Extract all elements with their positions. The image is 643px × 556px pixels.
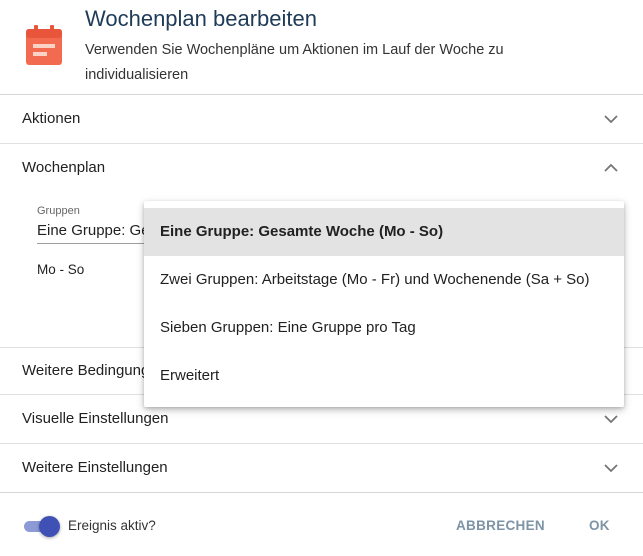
- day-group-label: Mo - So: [37, 262, 85, 277]
- dropdown-option[interactable]: Sieben Gruppen: Eine Gruppe pro Tag: [144, 304, 624, 352]
- dialog-subtitle: Verwenden Sie Wochenpläne um Aktionen im…: [85, 42, 504, 83]
- ok-button[interactable]: OK: [589, 518, 610, 533]
- chevron-up-icon: [604, 163, 618, 172]
- section-wochenplan[interactable]: Wochenplan: [0, 144, 643, 193]
- chevron-down-icon: [604, 464, 618, 473]
- dropdown-option[interactable]: Erweitert: [144, 352, 624, 400]
- gruppen-field-label: Gruppen: [37, 205, 80, 217]
- dropdown-option[interactable]: Zwei Gruppen: Arbeitstage (Mo - Fr) und …: [144, 256, 624, 304]
- section-label: Aktionen: [22, 110, 81, 127]
- toggle-label: Ereignis aktiv?: [68, 518, 156, 533]
- dialog-footer: Ereignis aktiv? ABBRECHEN OK: [0, 495, 643, 556]
- dialog-header: Wochenplan bearbeiten Verwenden Sie Woch…: [0, 0, 643, 95]
- section-aktionen[interactable]: Aktionen: [0, 95, 643, 144]
- ereignis-aktiv-toggle[interactable]: [22, 516, 60, 537]
- gruppen-select[interactable]: Eine Gruppe: Gesamte Woche (Mo - So): [37, 222, 147, 239]
- section-label: Weitere Einstellungen: [22, 459, 168, 476]
- dialog-title: Wochenplan bearbeiten: [85, 6, 317, 31]
- section-label: Wochenplan: [22, 159, 106, 176]
- section-weitere-einstellungen[interactable]: Weitere Einstellungen: [0, 444, 643, 493]
- calendar-icon: [26, 25, 62, 65]
- gruppen-dropdown-menu: Eine Gruppe: Gesamte Woche (Mo - So) Zwe…: [144, 201, 624, 407]
- dropdown-option[interactable]: Eine Gruppe: Gesamte Woche (Mo - So): [144, 208, 624, 256]
- gruppen-select-underline: [37, 243, 147, 244]
- section-label: Visuelle Einstellungen: [22, 410, 169, 427]
- chevron-down-icon: [604, 415, 618, 424]
- cancel-button[interactable]: ABBRECHEN: [456, 518, 545, 533]
- toggle-thumb: [39, 516, 60, 537]
- chevron-down-icon: [604, 115, 618, 124]
